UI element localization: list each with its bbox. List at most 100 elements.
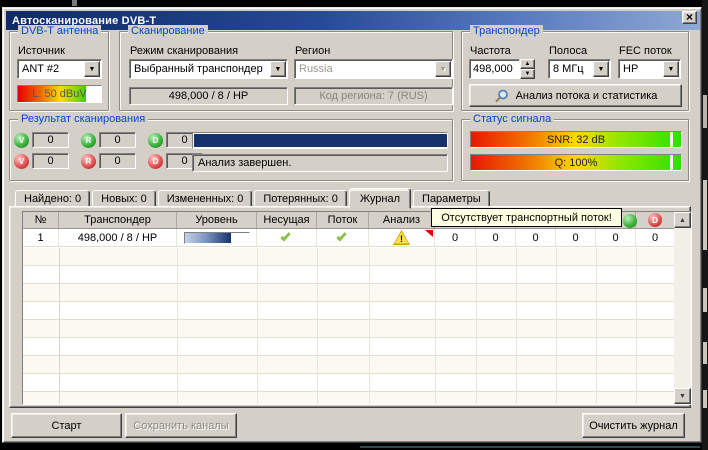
video-lost-count: 0 <box>32 153 69 169</box>
scroll-down-icon[interactable] <box>674 388 691 404</box>
background-artifact <box>72 0 77 6</box>
video-found-count: 0 <box>32 132 69 148</box>
region-code-value: Код региона: 7 (RUS) <box>319 90 427 102</box>
header-num[interactable]: № <box>23 212 59 228</box>
cell-stream <box>317 229 369 246</box>
tooltip-anchor-icon <box>425 230 433 237</box>
close-icon[interactable] <box>682 11 697 24</box>
region-label: Регион <box>295 45 330 57</box>
background-artifact <box>703 342 707 364</box>
warning-icon: ! <box>393 230 410 245</box>
current-transponder-value: 498,000 / 8 / HP <box>169 90 249 102</box>
header-analysis[interactable]: Анализ <box>369 212 435 228</box>
title-bar[interactable]: Автосканирование DVB-T <box>6 11 700 30</box>
fec-combobox[interactable]: HP <box>618 59 681 79</box>
cell-level <box>177 229 257 246</box>
scan-progress-fill <box>194 134 448 147</box>
video-found-icon: V <box>14 133 29 148</box>
frequency-value: 498,000 <box>473 63 513 75</box>
signal-status-group: Статус сигнала SNR: 32 dB Q: 100% <box>461 119 689 181</box>
start-button-label: Старт <box>52 420 82 432</box>
radio-lost-count: 0 <box>99 153 136 169</box>
video-lost-icon: V <box>14 154 29 169</box>
cell-analysis: ! <box>369 229 435 246</box>
snr-text: SNR: 32 dB <box>547 134 605 146</box>
green-header-icon <box>623 214 637 228</box>
clear-journal-button[interactable]: Очистить журнал <box>582 413 685 438</box>
chevron-down-icon[interactable] <box>270 61 286 77</box>
tab-bar: Найдено: 0 Новых: 0 Измененных: 0 Потеря… <box>9 187 492 208</box>
radio-found-icon: R <box>81 133 96 148</box>
region-combobox[interactable]: Russia <box>294 59 453 79</box>
antenna-group: DVB-T антенна Источник ANT #2 L: 50 dBuV <box>9 31 109 111</box>
magnifier-icon <box>494 89 509 103</box>
frequency-input[interactable]: 498,000 <box>469 59 520 79</box>
frequency-stepper[interactable] <box>520 59 535 79</box>
chevron-down-icon[interactable] <box>593 61 609 77</box>
save-channels-button[interactable]: Сохранить каналы <box>125 413 237 438</box>
red-d-icon: D <box>648 213 662 227</box>
header-count-6[interactable]: D <box>636 212 675 228</box>
scan-status-text: Анализ завершен. <box>198 157 291 169</box>
row-level-fill <box>185 233 231 243</box>
spin-down-icon[interactable] <box>520 69 535 79</box>
bandwidth-combobox[interactable]: 8 МГц <box>548 59 611 79</box>
tab-parameters-label: Параметры <box>422 193 481 205</box>
background-artifact <box>703 288 707 312</box>
header-transponder[interactable]: Транспондер <box>59 212 177 228</box>
scroll-up-icon[interactable] <box>674 212 691 228</box>
check-icon <box>336 231 346 242</box>
scan-status-field: Анализ завершен. <box>192 154 448 172</box>
transponder-group-title: Транспондер <box>470 25 543 37</box>
background-window-sliver <box>702 0 708 450</box>
scan-result-group: Результат сканирования V 0 R 0 D 0 V 0 R… <box>9 119 453 181</box>
journal-table: № Транспондер Уровень Несущая Поток Анал… <box>22 211 692 405</box>
cell-transponder: 498,000 / 8 / HP <box>59 229 177 246</box>
bandwidth-value: 8 МГц <box>549 63 592 75</box>
row-level-bar <box>184 232 250 244</box>
region-code-field: Код региона: 7 (RUS) <box>294 87 453 105</box>
tab-journal-label: Журнал <box>360 193 400 205</box>
tab-new-label: Новых: 0 <box>101 193 147 205</box>
snr-bar: SNR: 32 dB <box>470 131 682 148</box>
spin-up-icon[interactable] <box>520 59 535 69</box>
dialog-window: Автосканирование DVB-T DVB-T антенна Ист… <box>2 7 702 443</box>
background-artifact <box>703 95 707 128</box>
signal-status-group-title: Статус сигнала <box>470 113 554 125</box>
quality-text: Q: 100% <box>555 157 598 169</box>
analyze-stream-button[interactable]: Анализ потока и статистика <box>469 84 682 107</box>
tab-lost-label: Потерянных: 0 <box>263 193 338 205</box>
radio-found-count: 0 <box>99 132 136 148</box>
bandwidth-label: Полоса <box>549 45 587 57</box>
region-value: Russia <box>295 63 434 75</box>
chevron-down-icon[interactable] <box>84 61 100 77</box>
source-value: ANT #2 <box>18 63 83 75</box>
tab-journal[interactable]: Журнал <box>349 188 411 209</box>
header-stream[interactable]: Поток <box>317 212 369 228</box>
cell-count-6: 0 <box>636 229 675 246</box>
cell-count-2: 0 <box>476 229 516 246</box>
check-icon <box>280 231 290 242</box>
table-row[interactable]: 1 498,000 / 8 / HP ! <box>23 229 675 247</box>
save-channels-label: Сохранить каналы <box>133 420 228 432</box>
cell-carrier <box>257 229 317 246</box>
vertical-scrollbar[interactable] <box>674 212 691 404</box>
frequency-label: Частота <box>470 45 511 57</box>
source-combobox[interactable]: ANT #2 <box>17 59 102 79</box>
scan-mode-label: Режим сканирования <box>130 45 238 57</box>
tab-found-label: Найдено: 0 <box>24 193 81 205</box>
scan-mode-combobox[interactable]: Выбранный транспондер <box>129 59 288 79</box>
antenna-level-text: L: 50 dBuV <box>32 88 86 100</box>
cell-count-1: 0 <box>435 229 476 246</box>
cell-count-5: 0 <box>596 229 636 246</box>
chevron-down-icon <box>435 61 451 77</box>
header-carrier[interactable]: Несущая <box>257 212 317 228</box>
screen: Автосканирование DVB-T DVB-T антенна Ист… <box>0 0 708 450</box>
start-button[interactable]: Старт <box>11 413 122 438</box>
scan-group: Сканирование Режим сканирования Выбранны… <box>119 31 453 111</box>
scan-group-title: Сканирование <box>128 25 208 37</box>
chevron-down-icon[interactable] <box>663 61 679 77</box>
antenna-level-bar: L: 50 dBuV <box>17 85 102 103</box>
scan-progress-bar <box>192 132 448 149</box>
header-level[interactable]: Уровень <box>177 212 257 228</box>
